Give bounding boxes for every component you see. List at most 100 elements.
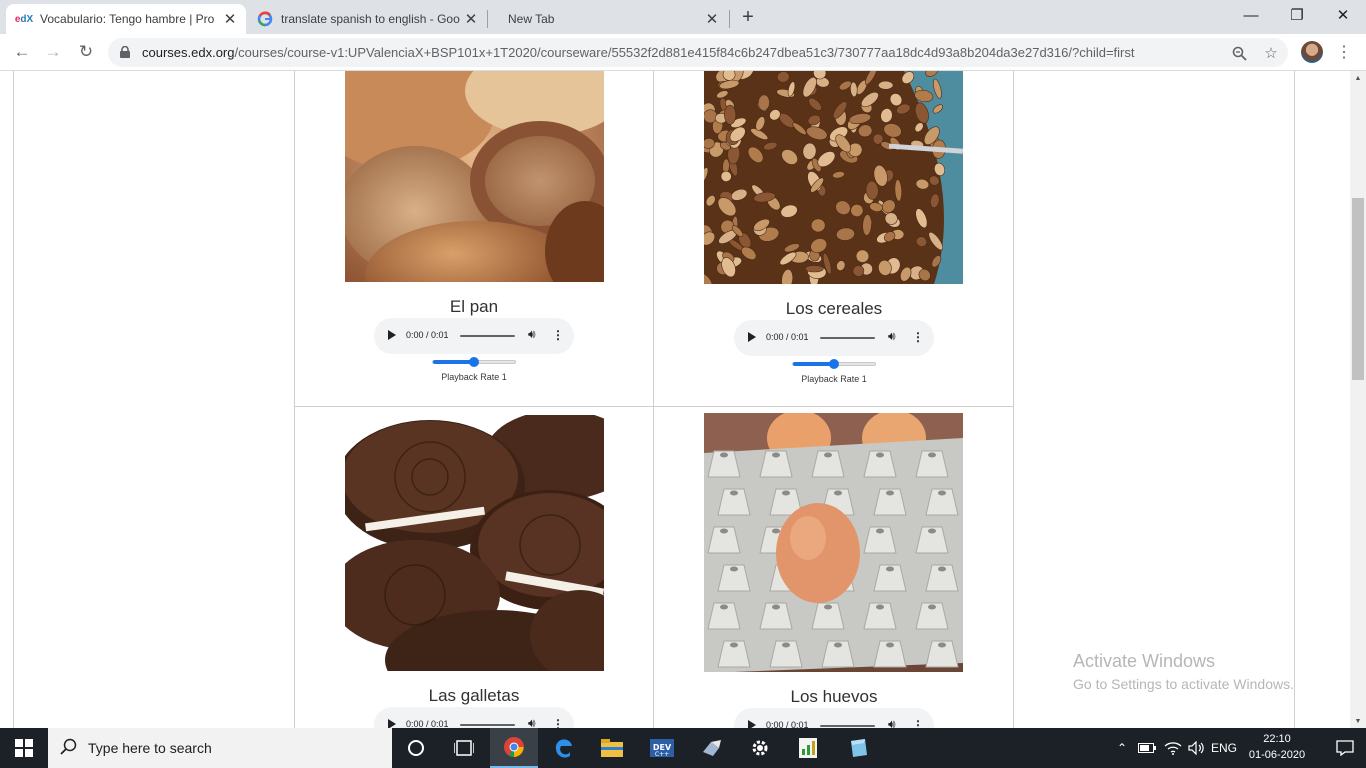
audio-seek-bar[interactable] — [460, 724, 515, 726]
wifi-icon[interactable] — [1162, 728, 1184, 768]
dev-cpp-icon[interactable]: DEV C++ — [638, 728, 686, 768]
grid-line — [653, 71, 654, 728]
play-icon[interactable] — [748, 332, 756, 342]
vocabulary-grid: El pan 0:00 / 0:01 🔊︎ ⋮ Playback Rate 1 … — [294, 71, 1014, 728]
cereal-photo — [704, 71, 963, 284]
more-options-icon[interactable]: ⋮ — [912, 718, 924, 728]
battery-icon[interactable] — [1136, 728, 1158, 768]
tab-title: Vocabulario: Tengo hambre | Pro — [40, 12, 215, 26]
grid-line — [1013, 71, 1014, 728]
tab-separator — [729, 10, 730, 28]
taskbar-search-box[interactable]: Type here to search — [48, 728, 392, 768]
edge-taskbar-icon[interactable] — [540, 728, 588, 768]
more-options-icon[interactable]: ⋮ — [552, 328, 564, 342]
audio-seek-bar[interactable] — [820, 725, 875, 727]
vocab-caption: Los huevos — [790, 687, 878, 706]
scroll-up-arrow-icon[interactable]: ▲ — [1350, 71, 1366, 85]
profile-avatar[interactable] — [1301, 41, 1323, 63]
url-host: courses.edx.org — [142, 45, 235, 60]
cortana-icon[interactable] — [392, 728, 440, 768]
content-border-left — [13, 71, 14, 728]
grid-line — [294, 71, 295, 728]
file-explorer-icon[interactable] — [588, 728, 636, 768]
eggs-photo — [704, 413, 963, 672]
action-center-icon[interactable] — [1334, 737, 1356, 759]
activate-windows-subtitle: Go to Settings to activate Windows. — [1073, 676, 1294, 692]
grid-line — [294, 406, 1014, 407]
google-favicon-icon — [257, 11, 273, 27]
close-icon[interactable]: ✕ — [220, 9, 240, 29]
search-placeholder: Type here to search — [88, 740, 212, 756]
audio-player[interactable]: 0:00 / 0:01 🔊︎ ⋮ — [734, 320, 934, 356]
address-bar[interactable]: courses.edx.org/courses/course-v1:UPVale… — [108, 38, 1288, 67]
volume-icon[interactable]: 🔊︎ — [888, 329, 896, 344]
playback-rate-knob[interactable] — [829, 359, 839, 369]
page-content: El pan 0:00 / 0:01 🔊︎ ⋮ Playback Rate 1 … — [0, 71, 1366, 728]
browser-menu-icon[interactable]: ⋮ — [1334, 41, 1354, 63]
page-scrollbar[interactable]: ▲ ▼ — [1350, 71, 1366, 728]
audio-player[interactable]: 0:00 / 0:01 🔊︎ ⋮ — [374, 707, 574, 728]
scrollbar-thumb[interactable] — [1352, 198, 1364, 380]
windows-start-button[interactable] — [0, 728, 48, 768]
volume-icon[interactable]: 🔊︎ — [528, 716, 536, 728]
notes-app-icon[interactable] — [834, 728, 882, 768]
spreadsheet-app-icon[interactable] — [784, 728, 832, 768]
minimize-button[interactable]: — — [1228, 0, 1274, 30]
windows-logo-icon — [15, 739, 33, 757]
playback-rate-slider[interactable] — [432, 357, 516, 367]
speaker-volume-icon[interactable] — [1186, 728, 1208, 768]
play-icon[interactable] — [388, 719, 396, 728]
reload-button[interactable]: ↻ — [74, 40, 98, 64]
playback-rate-knob[interactable] — [469, 357, 479, 367]
new-tab-button[interactable]: + — [737, 6, 759, 28]
search-icon — [60, 738, 77, 755]
tab-google-translate[interactable]: translate spanish to english - Goo ✕ — [247, 4, 487, 34]
content-border-right — [1294, 71, 1295, 728]
volume-icon[interactable]: 🔊︎ — [528, 327, 536, 342]
task-view-icon[interactable] — [440, 728, 488, 768]
playback-rate-fill — [793, 362, 834, 366]
more-options-icon[interactable]: ⋮ — [552, 717, 564, 728]
play-icon[interactable] — [748, 720, 756, 728]
edx-favicon-icon: edX — [14, 13, 34, 25]
bookmark-star-icon[interactable]: ☆ — [1260, 42, 1282, 64]
audio-player[interactable]: 0:00 / 0:01 🔊︎ ⋮ — [374, 318, 574, 354]
lock-icon — [120, 46, 130, 58]
playback-rate-label: Playback Rate 1 — [801, 374, 867, 384]
play-icon[interactable] — [388, 330, 396, 340]
url-text: courses.edx.org/courses/course-v1:UPVale… — [142, 45, 1134, 60]
activate-windows-title: Activate Windows — [1073, 651, 1216, 671]
scroll-down-arrow-icon[interactable]: ▼ — [1350, 714, 1366, 728]
input-language[interactable]: ENG — [1208, 728, 1240, 768]
close-window-button[interactable]: ✕ — [1320, 0, 1366, 30]
audio-time: 0:00 / 0:01 — [766, 720, 809, 728]
more-options-icon[interactable]: ⋮ — [912, 330, 924, 344]
vocab-caption: Las galletas — [428, 686, 520, 705]
audio-time: 0:00 / 0:01 — [766, 332, 809, 342]
audio-seek-bar[interactable] — [820, 337, 875, 339]
zoom-icon[interactable] — [1228, 42, 1250, 64]
tab-strip: edX Vocabulario: Tengo hambre | Pro ✕ tr… — [0, 0, 1366, 34]
vocab-caption: El pan — [449, 297, 499, 316]
playback-rate-slider[interactable] — [792, 359, 876, 369]
svg-text:C++: C++ — [655, 751, 669, 758]
audio-player[interactable]: 0:00 / 0:01 🔊︎ ⋮ — [734, 708, 934, 728]
clock-date: 01-06-2020 — [1248, 749, 1306, 761]
app-taskbar-icon[interactable] — [688, 728, 736, 768]
taskbar-clock[interactable]: 22:10 01-06-2020 — [1242, 731, 1312, 763]
back-button[interactable]: ← — [10, 40, 34, 64]
volume-icon[interactable]: 🔊︎ — [888, 717, 896, 728]
show-hidden-icons-chevron-icon[interactable]: ⌃ — [1114, 728, 1130, 768]
close-icon[interactable]: ✕ — [702, 9, 722, 29]
restore-button[interactable]: ❐ — [1274, 0, 1320, 30]
chrome-taskbar-icon[interactable] — [490, 728, 538, 768]
tab-edx-vocabulario[interactable]: edX Vocabulario: Tengo hambre | Pro ✕ — [6, 4, 246, 34]
tab-new-tab[interactable]: New Tab ✕ — [488, 4, 728, 34]
windows-taskbar: Type here to search DEVC++ ⌃ ENG 22:10 — [0, 728, 1366, 768]
settings-gear-icon[interactable] — [736, 728, 784, 768]
playback-rate-label: Playback Rate 1 — [441, 372, 507, 382]
forward-button[interactable]: → — [41, 40, 65, 64]
audio-seek-bar[interactable] — [460, 335, 515, 337]
tab-title: New Tab — [508, 12, 555, 26]
close-icon[interactable]: ✕ — [461, 9, 481, 29]
